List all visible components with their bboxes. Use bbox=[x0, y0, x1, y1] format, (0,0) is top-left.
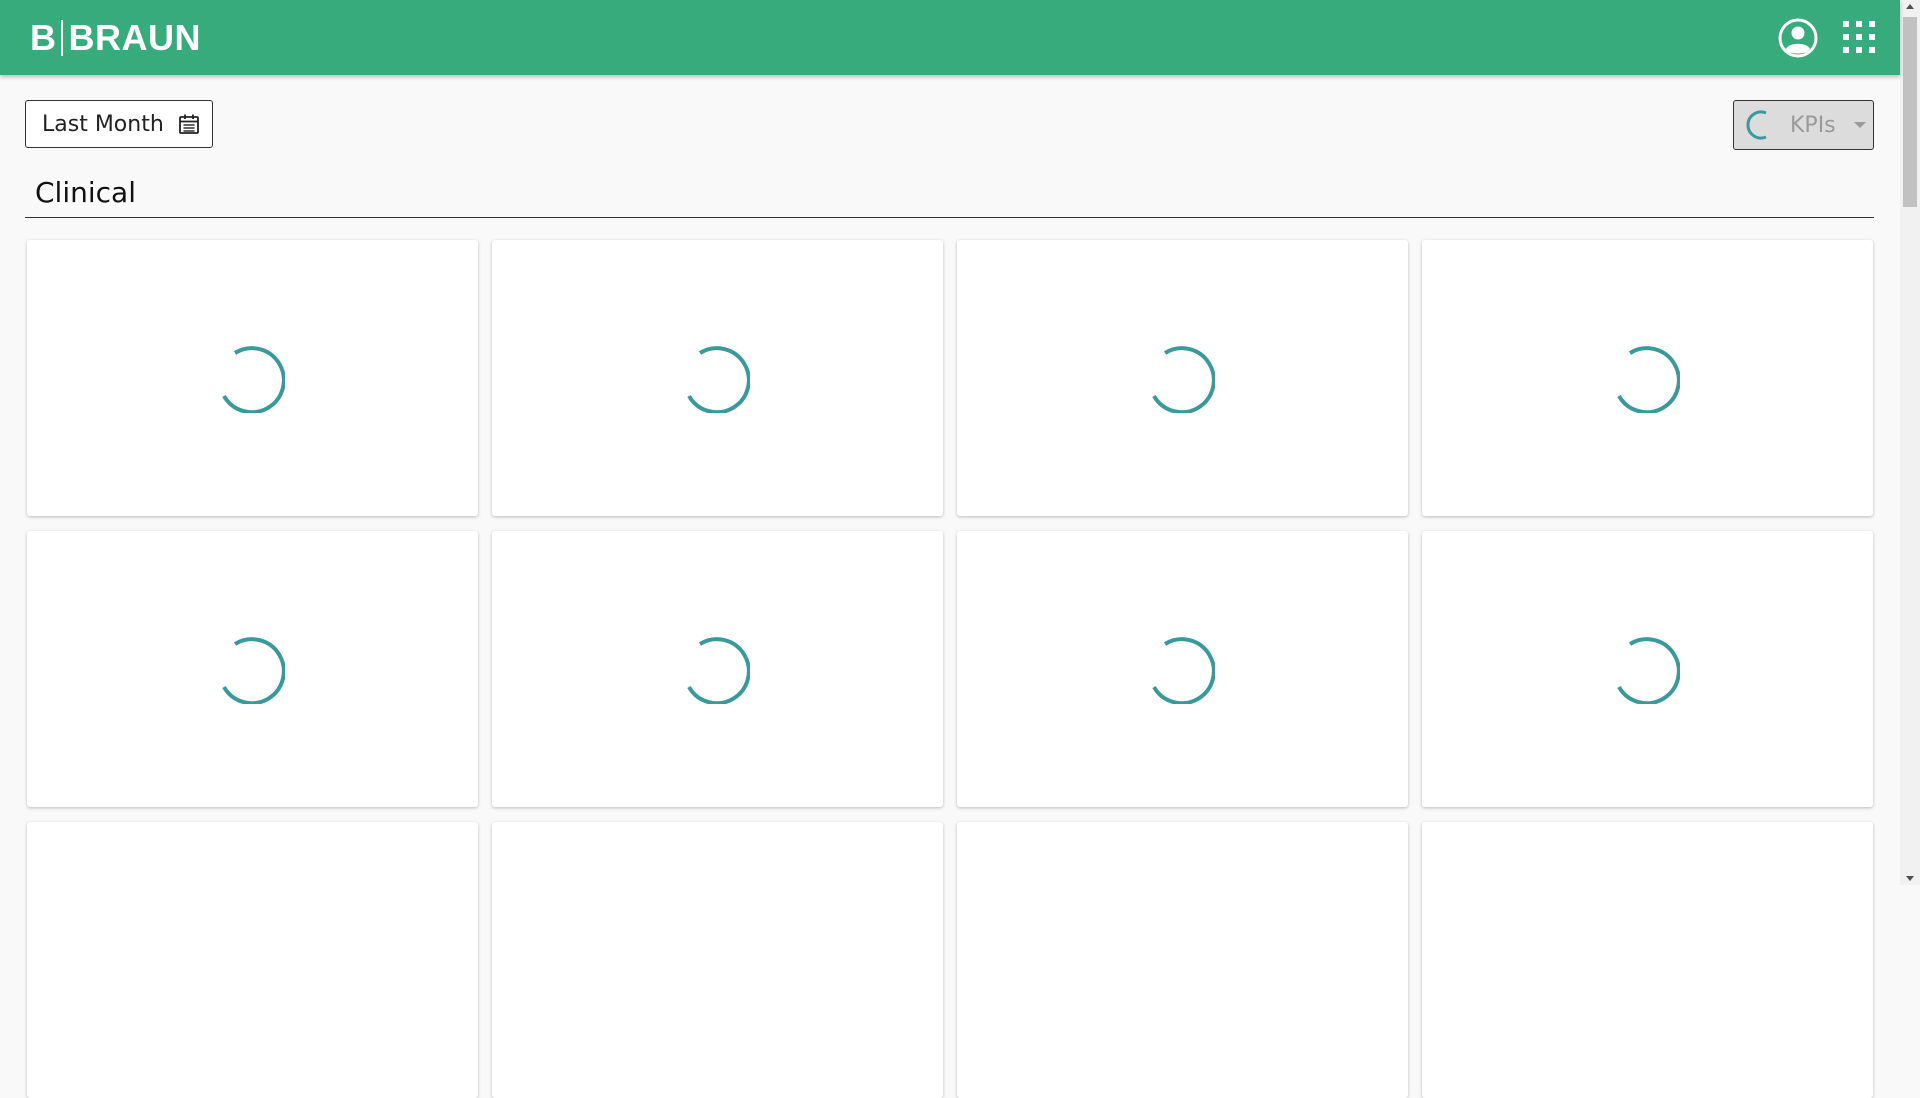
kpi-select[interactable]: KPIs bbox=[1733, 100, 1874, 150]
kpi-card[interactable] bbox=[957, 240, 1408, 516]
loading-spinner-icon bbox=[686, 346, 750, 413]
loading-spinner-icon bbox=[1151, 637, 1215, 704]
loading-spinner-icon bbox=[1151, 346, 1215, 413]
loading-spinner-icon bbox=[1616, 346, 1680, 413]
scroll-up-arrow-icon[interactable] bbox=[1906, 4, 1914, 9]
date-range-label: Last Month bbox=[42, 111, 164, 137]
chevron-down-icon bbox=[1853, 122, 1866, 128]
kpi-select-label: KPIs bbox=[1790, 112, 1836, 138]
kpi-card[interactable] bbox=[957, 531, 1408, 807]
scrollbar-thumb[interactable] bbox=[1903, 17, 1917, 207]
kpi-card[interactable] bbox=[1422, 822, 1873, 1098]
kpi-card[interactable] bbox=[492, 531, 943, 807]
scroll-down-arrow-icon[interactable] bbox=[1906, 876, 1914, 881]
loading-spinner-icon bbox=[1616, 637, 1680, 704]
kpi-card[interactable] bbox=[957, 822, 1408, 1098]
top-app-bar: B BRAUN bbox=[0, 0, 1900, 75]
section-divider bbox=[25, 217, 1874, 218]
section-title: Clinical bbox=[35, 176, 136, 209]
logo-divider bbox=[60, 20, 63, 56]
bbraun-logo[interactable]: B BRAUN bbox=[30, 17, 201, 59]
logo-wordmark: BRAUN bbox=[68, 17, 201, 58]
kpi-card[interactable] bbox=[1422, 240, 1873, 516]
calendar-icon bbox=[178, 114, 199, 134]
kpi-card[interactable] bbox=[27, 531, 478, 807]
page-scrollbar[interactable] bbox=[1900, 0, 1920, 885]
kpi-card[interactable] bbox=[1422, 531, 1873, 807]
loading-spinner-icon bbox=[221, 637, 285, 704]
kpi-card[interactable] bbox=[492, 822, 943, 1098]
loading-spinner-icon bbox=[221, 346, 285, 413]
date-range-button[interactable]: Last Month bbox=[25, 100, 213, 148]
apps-grid-icon[interactable] bbox=[1842, 20, 1876, 54]
loading-spinner-icon bbox=[1746, 110, 1767, 140]
account-circle-icon[interactable] bbox=[1777, 17, 1819, 59]
loading-spinner-icon bbox=[686, 637, 750, 704]
kpi-card[interactable] bbox=[27, 240, 478, 516]
kpi-card[interactable] bbox=[27, 822, 478, 1098]
logo-letter: B bbox=[30, 17, 57, 58]
kpi-card[interactable] bbox=[492, 240, 943, 516]
